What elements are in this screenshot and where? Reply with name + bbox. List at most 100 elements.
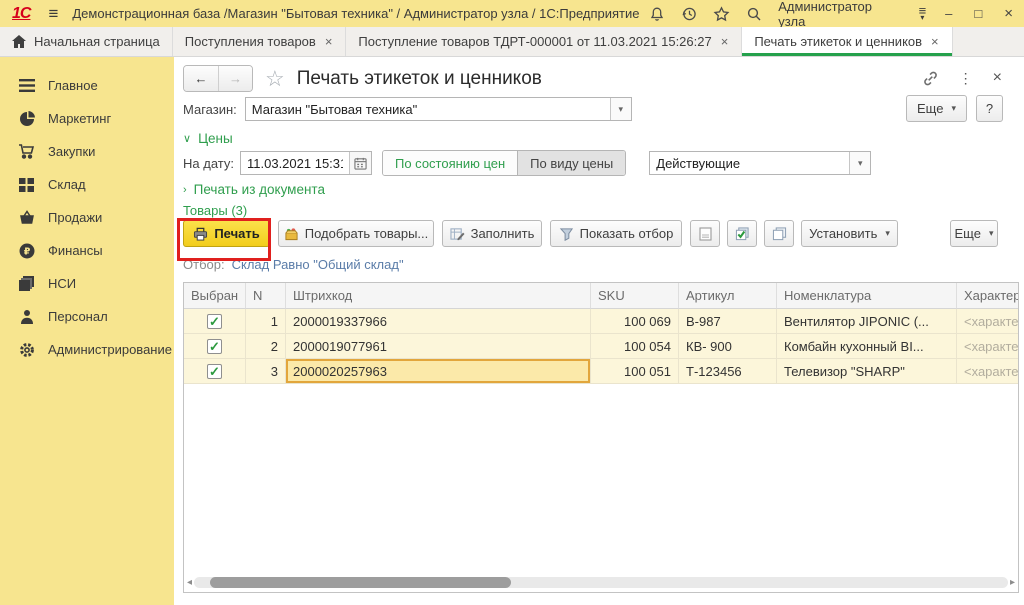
section-prices[interactable]: ∨ Цены [183,131,233,146]
cell-nomenclature[interactable]: Вентилятор JIPONIC (... [777,309,957,334]
store-dropdown-icon[interactable]: ▾ [610,98,631,120]
notifications-icon[interactable] [649,6,665,22]
table-header: Выбран N Штрихкод SKU Артикул Номенклату… [184,283,1018,309]
check-all-icon [735,227,750,241]
row-checkbox[interactable]: ✓ [207,314,222,329]
date-field[interactable] [240,151,372,175]
tab-goods-receipt-document[interactable]: Поступление товаров ТДРТ-000001 от 11.03… [346,27,742,56]
pick-goods-button[interactable]: Подобрать товары... [278,220,434,247]
column-header[interactable]: Артикул [679,283,777,309]
sidebar-item-sales[interactable]: Продажи [0,201,174,234]
table-row[interactable]: ✓ 2 2000019077961 100 054 КВ- 900 Комбай… [184,334,1018,359]
forward-button[interactable]: → [218,66,252,91]
cell-nomenclature[interactable]: Телевизор "SHARP" [777,359,957,384]
cell-nomenclature[interactable]: Комбайн кухонный BI... [777,334,957,359]
sidebar-item-main[interactable]: Главное [0,69,174,102]
maximize-button[interactable]: □ [971,6,985,21]
cell-characteristic[interactable]: <характеристика> [957,359,1018,384]
fill-button[interactable]: Заполнить [442,220,542,247]
scroll-right-icon[interactable]: ▸ [1010,577,1015,588]
help-button[interactable]: ? [976,95,1003,122]
sidebar-item-label: Главное [48,78,98,93]
close-window-button[interactable]: × [1001,5,1016,22]
basket-icon [18,210,35,225]
price-kind-dropdown-icon[interactable]: ▾ [849,152,870,174]
print-button[interactable]: Печать [183,220,270,247]
toggle-by-price-state[interactable]: По состоянию цен [383,151,517,175]
sidebar-item-purchases[interactable]: Закупки [0,135,174,168]
current-user[interactable]: Администратор узла [778,0,902,29]
column-header[interactable]: Характеристика [957,283,1018,309]
tab-home[interactable]: Начальная страница [0,27,173,56]
history-icon[interactable] [681,6,697,22]
search-icon[interactable] [746,6,762,22]
cell-characteristic[interactable]: <характеристика> [957,309,1018,334]
column-header[interactable]: Выбран [184,283,246,309]
sidebar-item-warehouse[interactable]: Склад [0,168,174,201]
cell-sku[interactable]: 100 054 [591,334,679,359]
price-kind-input[interactable] [650,152,849,174]
back-button[interactable]: ← [184,66,218,91]
column-header[interactable]: N [246,283,286,309]
tab-close-icon[interactable]: × [324,34,334,49]
service-menu-icon[interactable]: ≡▾ [919,7,927,21]
scroll-left-icon[interactable]: ◂ [187,577,192,588]
filter-value[interactable]: Склад Равно "Общий склад" [232,257,404,272]
cell-barcode[interactable]: 2000019337966 [286,309,591,334]
tab-goods-receipts-list[interactable]: Поступления товаров × [173,27,347,56]
cell-characteristic[interactable]: <характеристика> [957,334,1018,359]
sidebar-item-finance[interactable]: ₽ Финансы [0,234,174,267]
sidebar-item-nsi[interactable]: НСИ [0,267,174,300]
store-combo[interactable]: ▾ [245,97,632,121]
date-input[interactable] [241,152,349,174]
cell-n[interactable]: 2 [246,334,286,359]
cell-article[interactable]: В-987 [679,309,777,334]
form-more-button[interactable]: Еще▾ [906,95,967,122]
table-row[interactable]: ✓ 3 2000020257963 100 051 Т-123456 Телев… [184,359,1018,384]
close-form-icon[interactable]: × [993,69,1002,87]
cell-barcode[interactable]: 2000019077961 [286,334,591,359]
favorite-star-icon[interactable]: ☆ [265,68,285,90]
copy-stack-icon [772,227,787,241]
price-kind-combo[interactable]: ▾ [649,151,871,175]
tab-print-labels[interactable]: Печать этикеток и ценников × [742,27,952,56]
cell-sku[interactable]: 100 051 [591,359,679,384]
favorites-icon[interactable] [713,6,730,22]
row-checkbox[interactable]: ✓ [207,339,222,354]
check-all-icon-button[interactable] [727,220,757,247]
cell-barcode-selected[interactable]: 2000020257963 [286,359,591,384]
get-link-icon[interactable] [922,70,939,87]
scrollbar-track[interactable] [194,577,1008,588]
store-input[interactable] [246,98,610,120]
cell-n[interactable]: 1 [246,309,286,334]
tab-close-icon[interactable]: × [930,34,940,49]
form-print-labels: ← → ☆ Печать этикеток и ценников ⋮ × Маг… [174,57,1024,605]
toggle-by-price-kind[interactable]: По виду цены [517,151,625,175]
calendar-icon[interactable] [349,152,371,174]
cell-article[interactable]: Т-123456 [679,359,777,384]
column-header[interactable]: Номенклатура [777,283,957,309]
section-sidebar: Главное Маркетинг Закупки Склад [0,57,174,605]
show-filter-button[interactable]: Показать отбор [550,220,682,247]
column-header[interactable]: SKU [591,283,679,309]
sidebar-item-administration[interactable]: Администрирование [0,333,174,366]
tab-close-icon[interactable]: × [720,34,730,49]
uncheck-all-icon-button[interactable] [764,220,794,247]
main-menu-icon[interactable]: ≡ [44,4,62,24]
more-menu-icon[interactable]: ⋮ [959,70,973,87]
section-print-from-document[interactable]: › Печать из документа [183,182,325,197]
scrollbar-thumb[interactable] [210,577,511,588]
horizontal-scrollbar[interactable]: ◂ ▸ [185,574,1017,591]
column-header[interactable]: Штрихкод [286,283,591,309]
cell-article[interactable]: КВ- 900 [679,334,777,359]
minimize-button[interactable]: – [942,6,955,21]
cell-sku[interactable]: 100 069 [591,309,679,334]
cell-n[interactable]: 3 [246,359,286,384]
set-button[interactable]: Установить▾ [801,220,898,247]
sidebar-item-marketing[interactable]: Маркетинг [0,102,174,135]
table-row[interactable]: ✓ 1 2000019337966 100 069 В-987 Вентилят… [184,309,1018,334]
toolbar-more-button[interactable]: Еще▾ [950,220,998,247]
sidebar-item-personnel[interactable]: Персонал [0,300,174,333]
document-list-icon-button[interactable] [690,220,720,247]
row-checkbox[interactable]: ✓ [207,364,222,379]
